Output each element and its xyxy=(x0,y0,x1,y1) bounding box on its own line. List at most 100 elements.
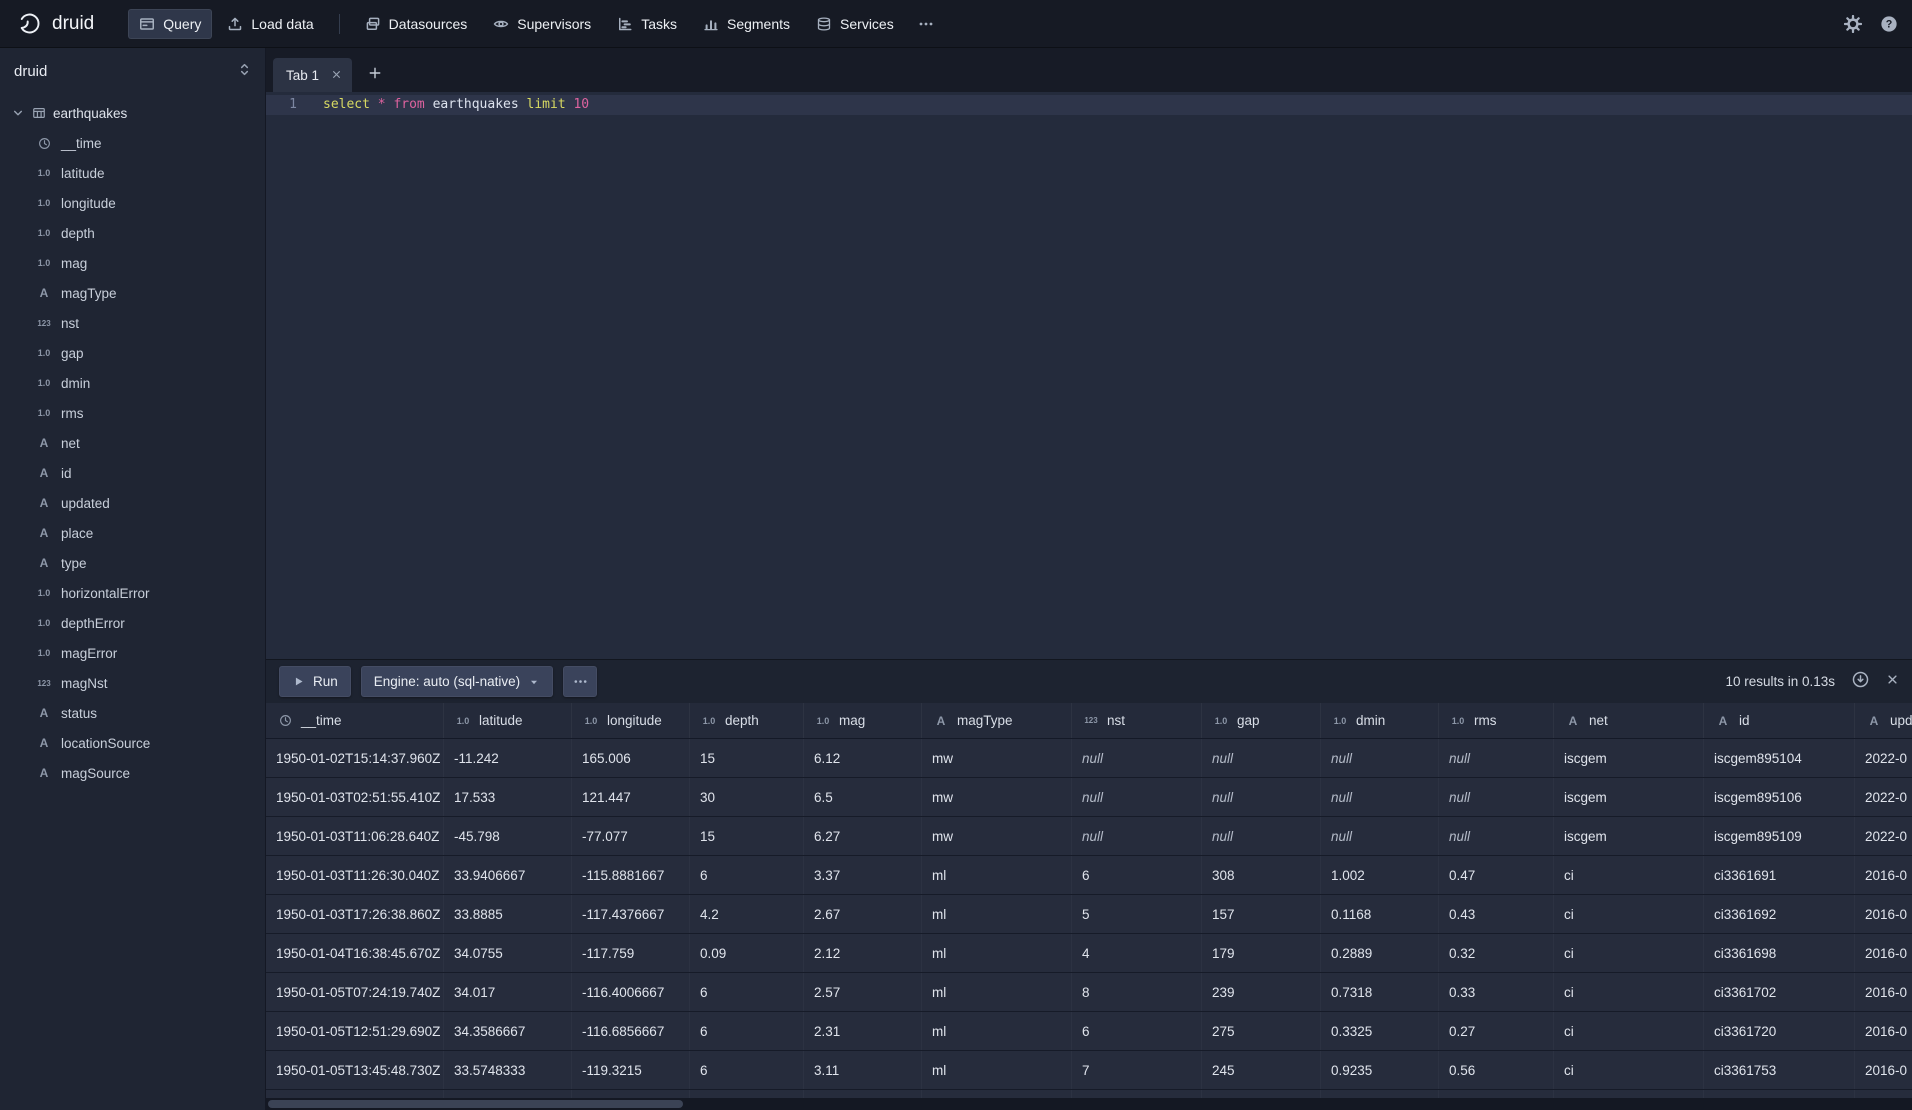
table-cell[interactable]: 3.11 xyxy=(804,1051,922,1089)
tree-item-nst[interactable]: 123nst xyxy=(0,308,265,338)
table-cell[interactable]: null xyxy=(1321,739,1439,777)
table-cell[interactable] xyxy=(922,1090,1072,1098)
tree-item-net[interactable]: Anet xyxy=(0,428,265,458)
table-cell[interactable] xyxy=(572,1090,690,1098)
table-cell[interactable]: 0.56 xyxy=(1439,1051,1554,1089)
table-cell[interactable]: null xyxy=(1439,778,1554,816)
table-cell[interactable]: 0.9235 xyxy=(1321,1051,1439,1089)
nav-item-supervisors[interactable]: Supervisors xyxy=(482,9,602,39)
table-cell[interactable]: 1950-01-03T17:26:38.860Z xyxy=(266,895,444,933)
table-cell[interactable] xyxy=(1202,1090,1321,1098)
table-cell[interactable]: 1950-01-05T13:45:48.730Z xyxy=(266,1051,444,1089)
table-cell[interactable]: 1950-01-03T11:26:30.040Z xyxy=(266,856,444,894)
tree-item-horizontalError[interactable]: 1.0horizontalError xyxy=(0,578,265,608)
table-cell[interactable]: 6.5 xyxy=(804,778,922,816)
table-cell[interactable]: 1950-01-04T16:38:45.670Z xyxy=(266,934,444,972)
tree-item-dmin[interactable]: 1.0dmin xyxy=(0,368,265,398)
table-cell[interactable]: 2022-0 xyxy=(1855,778,1912,816)
table-cell[interactable]: null xyxy=(1439,739,1554,777)
tree-item-rms[interactable]: 1.0rms xyxy=(0,398,265,428)
header-cell-id[interactable]: Aid xyxy=(1704,703,1855,738)
table-cell[interactable]: 5 xyxy=(1072,895,1202,933)
brand[interactable]: druid xyxy=(16,10,94,37)
table-cell[interactable] xyxy=(1072,1090,1202,1098)
header-cell-rms[interactable]: 1.0rms xyxy=(1439,703,1554,738)
table-cell[interactable]: 1950-01-05T12:51:29.690Z xyxy=(266,1012,444,1050)
table-cell[interactable]: 2016-0 xyxy=(1855,1051,1912,1089)
schema-switcher-button[interactable] xyxy=(237,62,252,81)
tree-item-type[interactable]: Atype xyxy=(0,548,265,578)
table-cell[interactable]: ml xyxy=(922,1012,1072,1050)
table-cell[interactable]: 2022-0 xyxy=(1855,739,1912,777)
tree-item-longitude[interactable]: 1.0longitude xyxy=(0,188,265,218)
table-cell[interactable]: ml xyxy=(922,1051,1072,1089)
table-cell[interactable]: 165.006 xyxy=(572,739,690,777)
table-cell[interactable]: mw xyxy=(922,778,1072,816)
table-cell[interactable]: ci xyxy=(1554,973,1704,1011)
table-cell[interactable]: ci3361698 xyxy=(1704,934,1855,972)
table-cell[interactable]: 0.47 xyxy=(1439,856,1554,894)
table-cell[interactable]: iscgem895109 xyxy=(1704,817,1855,855)
tree-item-gap[interactable]: 1.0gap xyxy=(0,338,265,368)
header-cell-dmin[interactable]: 1.0dmin xyxy=(1321,703,1439,738)
table-cell[interactable]: 308 xyxy=(1202,856,1321,894)
table-cell[interactable]: null xyxy=(1202,817,1321,855)
table-cell[interactable] xyxy=(266,1090,444,1098)
table-cell[interactable]: 0.1168 xyxy=(1321,895,1439,933)
table-cell[interactable] xyxy=(1439,1090,1554,1098)
header-cell-magType[interactable]: AmagType xyxy=(922,703,1072,738)
tree-item-depth[interactable]: 1.0depth xyxy=(0,218,265,248)
table-cell[interactable]: -11.242 xyxy=(444,739,572,777)
table-cell[interactable]: -116.6856667 xyxy=(572,1012,690,1050)
run-button[interactable]: Run xyxy=(279,666,351,697)
table-cell[interactable]: ci3361720 xyxy=(1704,1012,1855,1050)
table-cell[interactable]: 0.43 xyxy=(1439,895,1554,933)
hscrollbar[interactable] xyxy=(266,1098,1912,1110)
table-cell[interactable] xyxy=(444,1090,572,1098)
table-cell[interactable]: null xyxy=(1072,778,1202,816)
table-cell[interactable]: ci xyxy=(1554,1012,1704,1050)
table-cell[interactable]: 2016-0 xyxy=(1855,973,1912,1011)
table-cell[interactable]: ml xyxy=(922,973,1072,1011)
header-cell-__time[interactable]: __time xyxy=(266,703,444,738)
table-cell[interactable]: 30 xyxy=(690,778,804,816)
nav-item-query[interactable]: Query xyxy=(128,9,212,39)
table-cell[interactable]: iscgem xyxy=(1554,817,1704,855)
table-cell[interactable]: ml xyxy=(922,895,1072,933)
nav-item-services[interactable]: Services xyxy=(805,9,905,39)
header-cell-depth[interactable]: 1.0depth xyxy=(690,703,804,738)
table-cell[interactable]: 6 xyxy=(690,1012,804,1050)
header-cell-nst[interactable]: 123nst xyxy=(1072,703,1202,738)
tree-item-magError[interactable]: 1.0magError xyxy=(0,638,265,668)
header-cell-gap[interactable]: 1.0gap xyxy=(1202,703,1321,738)
table-cell[interactable]: 6 xyxy=(1072,1012,1202,1050)
table-cell[interactable]: ml xyxy=(922,856,1072,894)
table-cell[interactable]: 179 xyxy=(1202,934,1321,972)
table-cell[interactable]: 0.2889 xyxy=(1321,934,1439,972)
table-cell[interactable]: -115.8881667 xyxy=(572,856,690,894)
table-cell[interactable]: 8 xyxy=(1072,973,1202,1011)
table-cell[interactable]: -77.077 xyxy=(572,817,690,855)
settings-button[interactable] xyxy=(1844,15,1862,33)
tree-item-updated[interactable]: Aupdated xyxy=(0,488,265,518)
table-cell[interactable]: null xyxy=(1072,739,1202,777)
table-cell[interactable]: ci3361753 xyxy=(1704,1051,1855,1089)
tree-item-depthError[interactable]: 1.0depthError xyxy=(0,608,265,638)
table-cell[interactable]: 4.2 xyxy=(690,895,804,933)
table-cell[interactable]: -119.3215 xyxy=(572,1051,690,1089)
header-cell-updated[interactable]: Aupdated xyxy=(1855,703,1912,738)
nav-item-segments[interactable]: Segments xyxy=(692,9,801,39)
table-cell[interactable]: 3.37 xyxy=(804,856,922,894)
table-cell[interactable]: null xyxy=(1202,739,1321,777)
engine-select[interactable]: Engine: auto (sql-native) xyxy=(361,666,553,697)
table-cell[interactable]: 275 xyxy=(1202,1012,1321,1050)
table-cell[interactable]: 121.447 xyxy=(572,778,690,816)
table-cell[interactable]: mw xyxy=(922,817,1072,855)
table-cell[interactable]: ml xyxy=(922,934,1072,972)
table-cell[interactable]: 2022-0 xyxy=(1855,817,1912,855)
table-cell[interactable]: null xyxy=(1321,817,1439,855)
table-cell[interactable]: 2016-0 xyxy=(1855,895,1912,933)
table-cell[interactable]: 2.57 xyxy=(804,973,922,1011)
table-cell[interactable]: 2016-0 xyxy=(1855,934,1912,972)
table-cell[interactable]: 2016-0 xyxy=(1855,856,1912,894)
